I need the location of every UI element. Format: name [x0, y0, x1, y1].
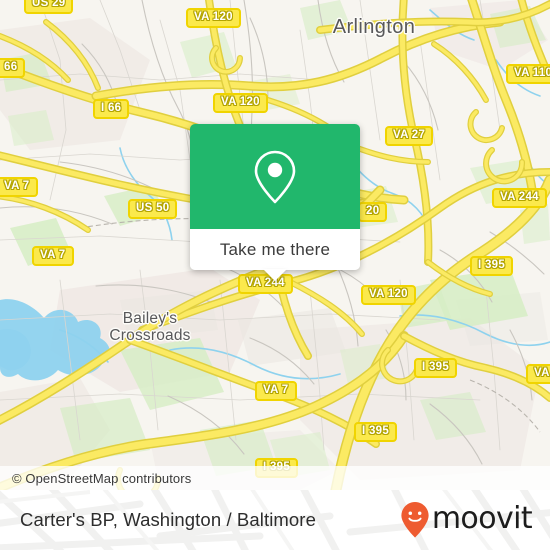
moovit-logo[interactable]: moovit: [400, 501, 533, 539]
popup-pointer-tail: [263, 269, 287, 281]
moovit-wordmark: moovit: [431, 501, 533, 536]
map-attribution[interactable]: © OpenStreetMap contributors: [0, 466, 550, 490]
footer-place-title: Carter's BP, Washington / Baltimore: [20, 509, 316, 530]
attribution-text: © OpenStreetMap contributors: [12, 470, 192, 486]
moovit-pin-smiley-icon: [401, 502, 429, 538]
popup-header: [190, 124, 360, 229]
take-me-there-label: Take me there: [219, 239, 331, 259]
map-pin-icon: [254, 150, 296, 203]
take-me-there-popup[interactable]: Take me there: [190, 124, 360, 281]
footer-content: Carter's BP, Washington / Baltimore moov…: [0, 490, 550, 550]
map-screenshot: .w{fill:#8ed2ee;} .wl{fill:none;stroke:#…: [0, 0, 550, 550]
footer-bar: Carter's BP, Washington / Baltimore moov…: [0, 490, 550, 550]
popup-action-row[interactable]: Take me there: [190, 229, 360, 281]
